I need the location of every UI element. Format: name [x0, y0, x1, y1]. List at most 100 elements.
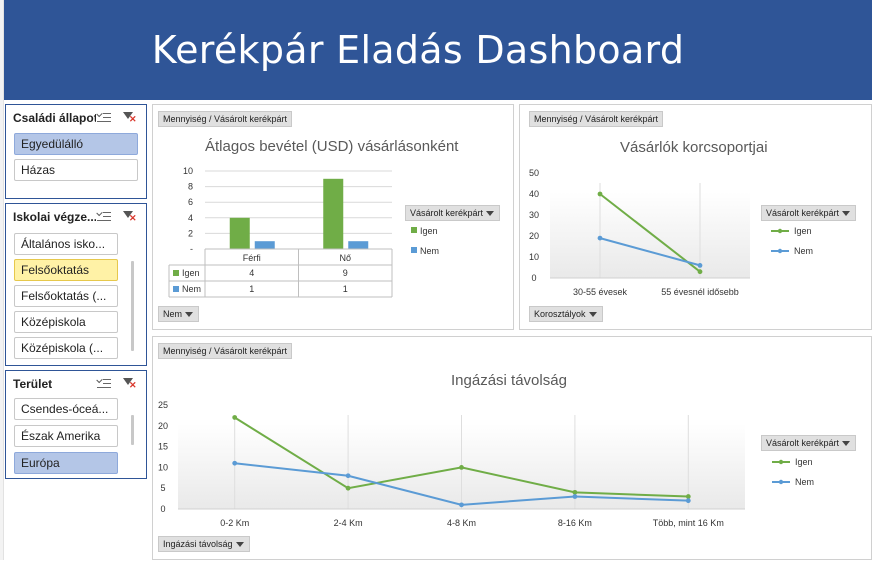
chart-commute-panel: Mennyiség / Vásárolt kerékpárt Ingázási … [152, 336, 872, 560]
y-tick-label: 8 [188, 182, 193, 192]
legend-field-button[interactable]: Vásárolt kerékpárt [761, 435, 857, 451]
multi-select-icon[interactable] [96, 210, 112, 224]
slicer-scrollbar[interactable] [131, 415, 134, 445]
legend-marker-igen [777, 228, 783, 234]
x-tick-label: 55 évesnél idősebb [661, 287, 739, 297]
data-point-nem [597, 235, 603, 241]
y-tick-label: 20 [158, 421, 168, 431]
slicer-item-altalanos[interactable]: Általános isko... [14, 233, 118, 255]
category-label: Férfi [243, 253, 261, 263]
data-point-igen [345, 485, 351, 491]
table-swatch-igen [173, 270, 179, 276]
slicer-education: Iskolai végze... Általános isko... Felső… [5, 203, 147, 366]
slicer-item-felsooktatas-2[interactable]: Felsőoktatás (... [14, 285, 118, 307]
bar-nem-1 [348, 241, 369, 249]
slicer-header: Családi állapot [6, 105, 146, 131]
legend-field-button[interactable]: Vásárolt kerékpárt [761, 205, 857, 221]
y-tick-label: 6 [188, 197, 193, 207]
x-tick-label: 4-8 Km [447, 518, 476, 528]
bar-igen-0 [229, 217, 250, 249]
slicer-item-csendes-ocean[interactable]: Csendes-óceá... [14, 398, 118, 420]
dashboard-banner: Kerékpár Eladás Dashboard [4, 0, 872, 100]
slicer-title: Terület [13, 377, 53, 391]
legend-label-igen: Igen [420, 226, 438, 236]
multi-select-icon[interactable] [96, 377, 112, 391]
data-label: 1 [249, 284, 254, 294]
y-tick-label: 20 [529, 231, 539, 241]
plot-area-background [550, 191, 750, 278]
slicer-item-kozepiskola[interactable]: Középiskola [14, 311, 118, 333]
y-tick-label: 2 [188, 228, 193, 238]
commute-filter-button[interactable]: Ingázási távolság [158, 536, 250, 552]
table-series-label: Igen [182, 268, 200, 278]
y-tick-label: 5 [160, 483, 165, 493]
legend-swatch-nem [411, 247, 417, 253]
x-tick-label: 0-2 Km [220, 518, 249, 528]
x-tick-label: 2-4 Km [334, 518, 363, 528]
legend-marker-igen [778, 459, 784, 465]
y-tick-label: 4 [188, 213, 193, 223]
slicer-items: Csendes-óceá... Észak Amerika Európa [6, 398, 146, 474]
multi-select-icon[interactable] [96, 111, 112, 125]
y-tick-label: 40 [529, 189, 539, 199]
gender-filter-button[interactable]: Nem [158, 306, 200, 322]
data-point-nem [572, 494, 578, 499]
bar-igen-1 [323, 178, 344, 249]
data-point-igen [697, 269, 703, 275]
data-point-nem [232, 460, 238, 466]
x-tick-label: 8-16 Km [558, 518, 592, 528]
slicer-item-felsooktatas[interactable]: Felsőoktatás [14, 259, 118, 281]
slicer-item-eszak-amerika[interactable]: Észak Amerika [14, 425, 118, 447]
y-tick-label: 15 [158, 442, 168, 452]
slicer-family-status: Családi állapot Egyedülálló Házas [5, 104, 147, 199]
clear-filter-icon[interactable] [121, 111, 137, 125]
x-tick-label: 30-55 évesek [573, 287, 628, 297]
legend-field-button[interactable]: Vásárolt kerékpárt [405, 205, 501, 221]
legend-label-igen: Igen [794, 226, 812, 236]
chart-age-panel: Mennyiség / Vásárolt kerékpárt Vásárlók … [519, 104, 872, 330]
y-tick-label: - [190, 244, 193, 254]
table-swatch-nem [173, 286, 179, 292]
slicer-scrollbar[interactable] [131, 261, 134, 351]
category-label: Nő [339, 253, 351, 263]
y-tick-label: 50 [529, 168, 539, 178]
slicer-item-egyedulallo[interactable]: Egyedülálló [14, 133, 138, 155]
data-label: 9 [343, 268, 348, 278]
age-group-filter-button[interactable]: Korosztályok [529, 306, 603, 322]
slicer-header: Terület [6, 371, 146, 397]
legend-label-nem: Nem [794, 246, 813, 256]
y-tick-label: 25 [158, 400, 168, 410]
x-tick-label: Több, mint 16 Km [653, 518, 724, 528]
legend-marker-nem [778, 479, 784, 485]
data-point-nem [345, 473, 351, 479]
slicer-item-hazas[interactable]: Házas [14, 159, 138, 181]
y-tick-label: 10 [158, 462, 168, 472]
data-point-nem [685, 498, 691, 504]
slicer-item-europa[interactable]: Európa [14, 452, 118, 474]
y-tick-label: 30 [529, 210, 539, 220]
legend-marker-nem [777, 248, 783, 254]
clear-filter-icon[interactable] [121, 377, 137, 391]
data-point-igen [232, 415, 238, 420]
data-label: 1 [343, 284, 348, 294]
data-point-igen [459, 465, 464, 470]
legend-swatch-igen [411, 227, 417, 233]
data-label: 4 [249, 268, 254, 278]
legend-label-nem: Nem [420, 246, 439, 256]
slicer-item-kozepiskola-2[interactable]: Középiskola (... [14, 337, 118, 359]
slicer-header: Iskolai végze... [6, 204, 146, 230]
clear-filter-icon[interactable] [121, 210, 137, 224]
data-point-igen [597, 191, 603, 197]
y-tick-label: 0 [160, 504, 165, 514]
dashboard-title: Kerékpár Eladás Dashboard [151, 28, 685, 72]
slicer-items: Egyedülálló Házas [6, 133, 146, 181]
slicer-items: Általános isko... Felsőoktatás Felsőokta… [6, 233, 146, 359]
bar-nem-0 [254, 241, 275, 249]
chart-income-panel: Mennyiség / Vásárolt kerékpárt Átlagos b… [152, 104, 514, 330]
data-point-nem [459, 502, 464, 508]
data-point-igen [685, 494, 691, 499]
slicer-region: Terület Csendes-óceá... Észak Amerika Eu… [5, 370, 147, 479]
y-tick-label: 10 [529, 252, 539, 262]
data-point-igen [572, 489, 578, 495]
slicer-title: Iskolai végze... [13, 210, 96, 224]
